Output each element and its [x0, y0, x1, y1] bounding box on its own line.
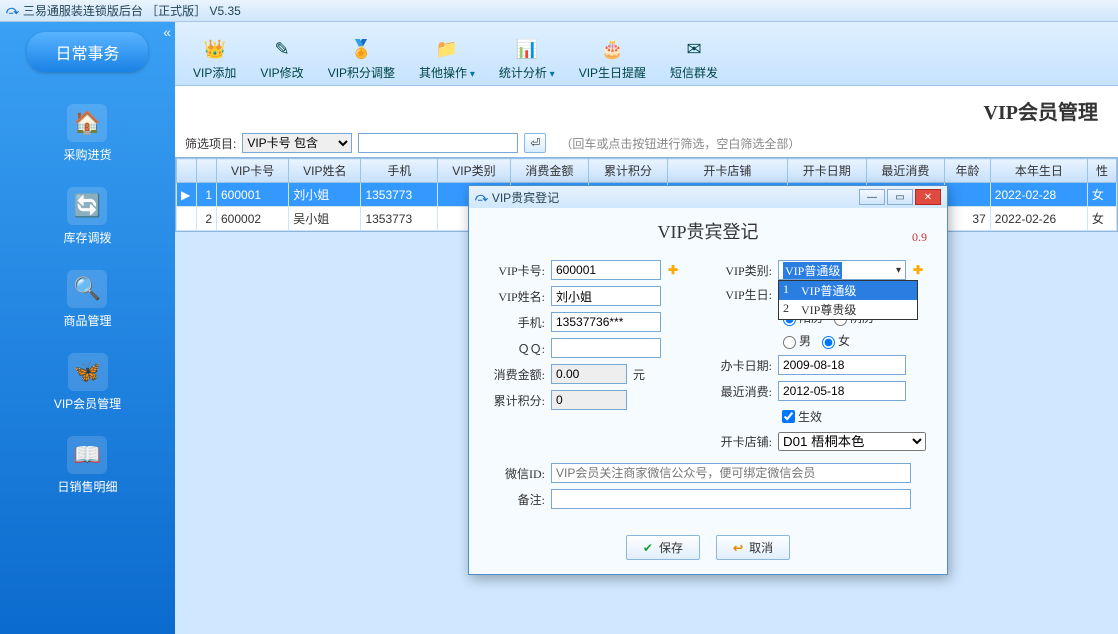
nav-purchase[interactable]: 🏠采购进货 — [63, 104, 111, 163]
nav-daily-sales[interactable]: 📖日销售明细 — [57, 436, 117, 495]
magnifier-icon: 🔍 — [67, 270, 107, 308]
sidebar-header[interactable]: 日常事务 — [27, 32, 147, 72]
dialog-logo-icon: ⤼ — [475, 190, 488, 205]
tb-sms[interactable]: ✉短信群发 — [660, 34, 728, 83]
mail-icon: ✉ — [681, 36, 707, 62]
dialog-min-button[interactable]: — — [859, 189, 885, 205]
type-add-icon[interactable]: ✚ — [910, 262, 926, 278]
grid-header-row: VIP卡号 VIP姓名 手机 VIP类别 消费金额 累计积分 开卡店铺 开卡日期… — [177, 159, 1117, 183]
chart-icon: 📊 — [514, 36, 540, 62]
undo-icon — [733, 541, 743, 555]
cancel-button[interactable]: 取消 — [716, 535, 790, 560]
filter-go-button[interactable]: ⏎ — [524, 133, 546, 153]
note-input[interactable] — [551, 489, 911, 509]
tb-birthday[interactable]: 🎂VIP生日提醒 — [569, 34, 656, 83]
folder-icon: 📁 — [434, 36, 460, 62]
medal-icon: 🏅 — [348, 36, 374, 62]
sidebar-collapse-icon[interactable]: « — [163, 24, 171, 40]
card-add-icon[interactable]: ✚ — [665, 262, 681, 278]
tb-other-ops[interactable]: 📁其他操作 — [409, 34, 485, 83]
app-title: 三易通服装连锁版后台 ［正式版］ V5.35 — [23, 2, 241, 19]
vip-type-dropdown: 1VIP普通级 2VIP尊贵级 — [778, 280, 918, 320]
nav-vip[interactable]: 🦋VIP会员管理 — [54, 353, 121, 412]
house-icon: 🏠 — [67, 104, 107, 142]
dialog-title: VIP贵宾登记 — [492, 189, 559, 206]
filter-hint: （回车或点击按钮进行筛选，空白筛选全部） — [560, 135, 800, 152]
book-icon: 📖 — [67, 436, 107, 474]
app-logo-icon: ⤼ — [6, 3, 19, 18]
vip-type-option[interactable]: 1VIP普通级 — [779, 281, 917, 300]
dialog-titlebar[interactable]: ⤼ VIP贵宾登记 — ▭ ✕ — [469, 186, 947, 208]
cake-icon: 🎂 — [599, 36, 625, 62]
wechat-id-input[interactable] — [551, 463, 911, 483]
filter-label: 筛选项目: — [185, 135, 236, 152]
tb-vip-points[interactable]: 🏅VIP积分调整 — [318, 34, 405, 83]
active-checkbox[interactable] — [782, 410, 795, 423]
page-title: VIP会员管理 — [175, 86, 1118, 129]
sex-male-radio[interactable] — [783, 336, 796, 349]
dialog-version: 0.9 — [912, 230, 927, 245]
pencil-icon: ✎ — [269, 36, 295, 62]
dialog-close-button[interactable]: ✕ — [915, 189, 941, 205]
vip-amount-input[interactable] — [551, 364, 627, 384]
filter-value-input[interactable] — [358, 133, 518, 153]
vip-points-input[interactable] — [551, 390, 627, 410]
save-button[interactable]: 保存 — [626, 535, 700, 560]
tb-stats[interactable]: 📊统计分析 — [489, 34, 565, 83]
vip-qq-input[interactable] — [551, 338, 661, 358]
dialog-max-button[interactable]: ▭ — [887, 189, 913, 205]
vip-card-input[interactable] — [551, 260, 661, 280]
vip-register-dialog: ⤼ VIP贵宾登记 — ▭ ✕ VIP贵宾登记 0.9 VIP卡号:✚ VIP姓… — [468, 185, 948, 575]
filter-field-select[interactable]: VIP卡号 包含 — [242, 133, 352, 153]
vip-phone-input[interactable] — [551, 312, 661, 332]
toolbar: 👑VIP添加 ✎VIP修改 🏅VIP积分调整 📁其他操作 📊统计分析 🎂VIP生… — [175, 22, 1118, 86]
recent-date-input[interactable] — [778, 381, 906, 401]
chevron-down-icon: ▾ — [896, 265, 901, 276]
check-icon — [643, 541, 653, 555]
butterfly-icon: 🦋 — [68, 353, 108, 391]
tb-vip-add[interactable]: 👑VIP添加 — [183, 34, 246, 83]
vip-type-select[interactable]: VIP普通级 ▾ 1VIP普通级 2VIP尊贵级 — [778, 260, 906, 280]
row-pointer-icon: ▶ — [177, 183, 197, 207]
dialog-heading: VIP贵宾登记 0.9 — [469, 208, 947, 246]
vip-name-input[interactable] — [551, 286, 661, 306]
tb-vip-edit[interactable]: ✎VIP修改 — [250, 34, 313, 83]
nav-transfer[interactable]: 🔄库存调拨 — [63, 187, 111, 246]
open-date-input[interactable] — [778, 355, 906, 375]
nav-products[interactable]: 🔍商品管理 — [63, 270, 111, 329]
transfer-icon: 🔄 — [67, 187, 107, 225]
sidebar: « 日常事务 🏠采购进货 🔄库存调拨 🔍商品管理 🦋VIP会员管理 📖日销售明细 — [0, 22, 175, 634]
title-bar: ⤼ 三易通服装连锁版后台 ［正式版］ V5.35 — [0, 0, 1118, 22]
vip-type-option[interactable]: 2VIP尊贵级 — [779, 300, 917, 319]
filter-row: 筛选项目: VIP卡号 包含 ⏎ （回车或点击按钮进行筛选，空白筛选全部） — [175, 129, 1118, 157]
sex-female-radio[interactable] — [822, 336, 835, 349]
crown-icon: 👑 — [202, 36, 228, 62]
shop-select[interactable]: D01 梧桐本色 — [778, 432, 926, 451]
